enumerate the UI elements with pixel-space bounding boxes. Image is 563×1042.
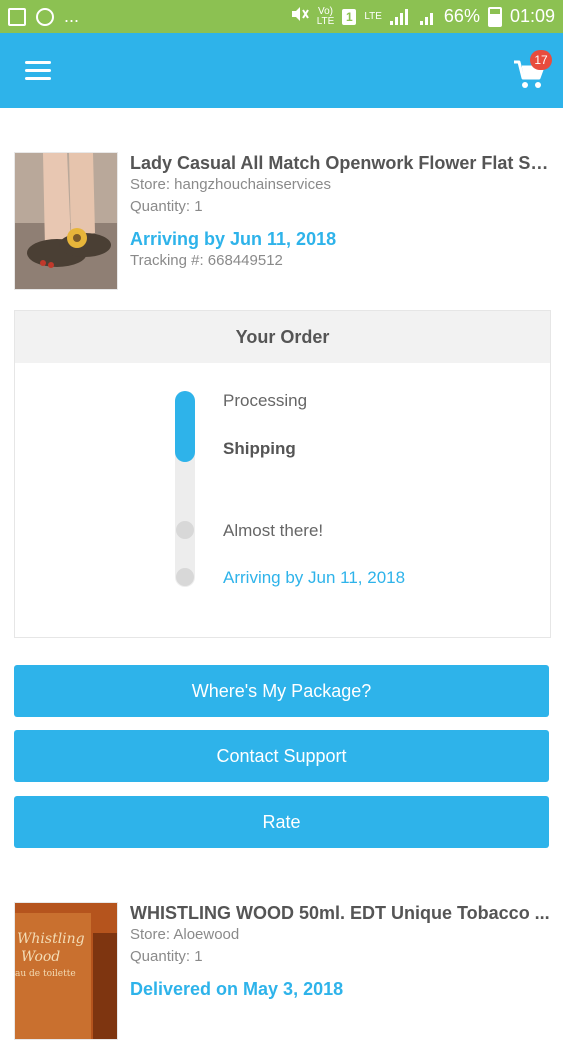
quantity: Quantity: 1 — [130, 948, 203, 965]
order-card-title: Your Order — [15, 311, 550, 363]
order-progress-card: Your Order Processing Shipping Almost th… — [14, 310, 551, 638]
cart-button[interactable]: 17 — [512, 50, 552, 93]
tracking-number: Tracking #: 668449512 — [130, 252, 283, 269]
signal-2-icon — [419, 9, 436, 25]
menu-icon[interactable] — [25, 61, 51, 81]
volte-label: Vo) LTE — [316, 5, 335, 27]
mute-icon — [291, 6, 309, 27]
battery-icon — [487, 6, 502, 27]
order-item[interactable]: Lady Casual All Match Openwork Flower Fl… — [14, 152, 550, 292]
step-shipping: Shipping — [223, 439, 296, 458]
product-image — [14, 152, 118, 290]
app-bar: 17 — [0, 33, 563, 108]
store-name: Store: hangzhouchainservices — [130, 176, 331, 193]
product-title[interactable]: WHISTLING WOOD 50ml. EDT Unique Tobacco … — [130, 902, 550, 924]
product-image: Whistling Wood au de toilette — [14, 902, 118, 1040]
step-dot — [176, 568, 194, 586]
status-bar: ... Vo) LTE 1 LTE 66% 01:09 — [0, 0, 563, 33]
sync-icon — [36, 7, 54, 26]
signal-icon — [389, 8, 412, 25]
order-item[interactable]: Whistling Wood au de toilette WHISTLING … — [14, 902, 550, 1042]
cart-count-badge: 17 — [530, 50, 552, 70]
arrival-status: Arriving by Jun 11, 2018 — [130, 229, 337, 249]
perfume-label-text: Whistling — [17, 931, 85, 947]
gallery-icon — [8, 7, 26, 26]
arrival-status: Delivered on May 3, 2018 — [130, 979, 344, 999]
where-is-my-package-button[interactable]: Where's My Package? — [14, 665, 549, 717]
store-name: Store: Aloewood — [130, 926, 240, 943]
product-title[interactable]: Lady Casual All Match Openwork Flower Fl… — [130, 152, 550, 174]
step-processing: Processing — [223, 391, 308, 410]
sim-icon: 1 — [342, 8, 357, 25]
contact-support-button[interactable]: Contact Support — [14, 730, 549, 782]
status-time: 01:09 — [509, 6, 555, 26]
status-dots: ... — [64, 6, 80, 26]
step-arriving: Arriving by Jun 11, 2018 — [223, 568, 406, 587]
step-dot — [176, 521, 194, 539]
perfume-label-text: Wood — [21, 949, 61, 965]
lte-label: LTE — [364, 10, 382, 22]
step-almost-there: Almost there! — [223, 521, 324, 540]
quantity: Quantity: 1 — [130, 198, 203, 215]
battery-percent: 66% — [443, 6, 480, 26]
perfume-label-text: au de toilette — [15, 969, 76, 979]
rate-button[interactable]: Rate — [14, 796, 549, 848]
progress-fill — [175, 391, 195, 462]
